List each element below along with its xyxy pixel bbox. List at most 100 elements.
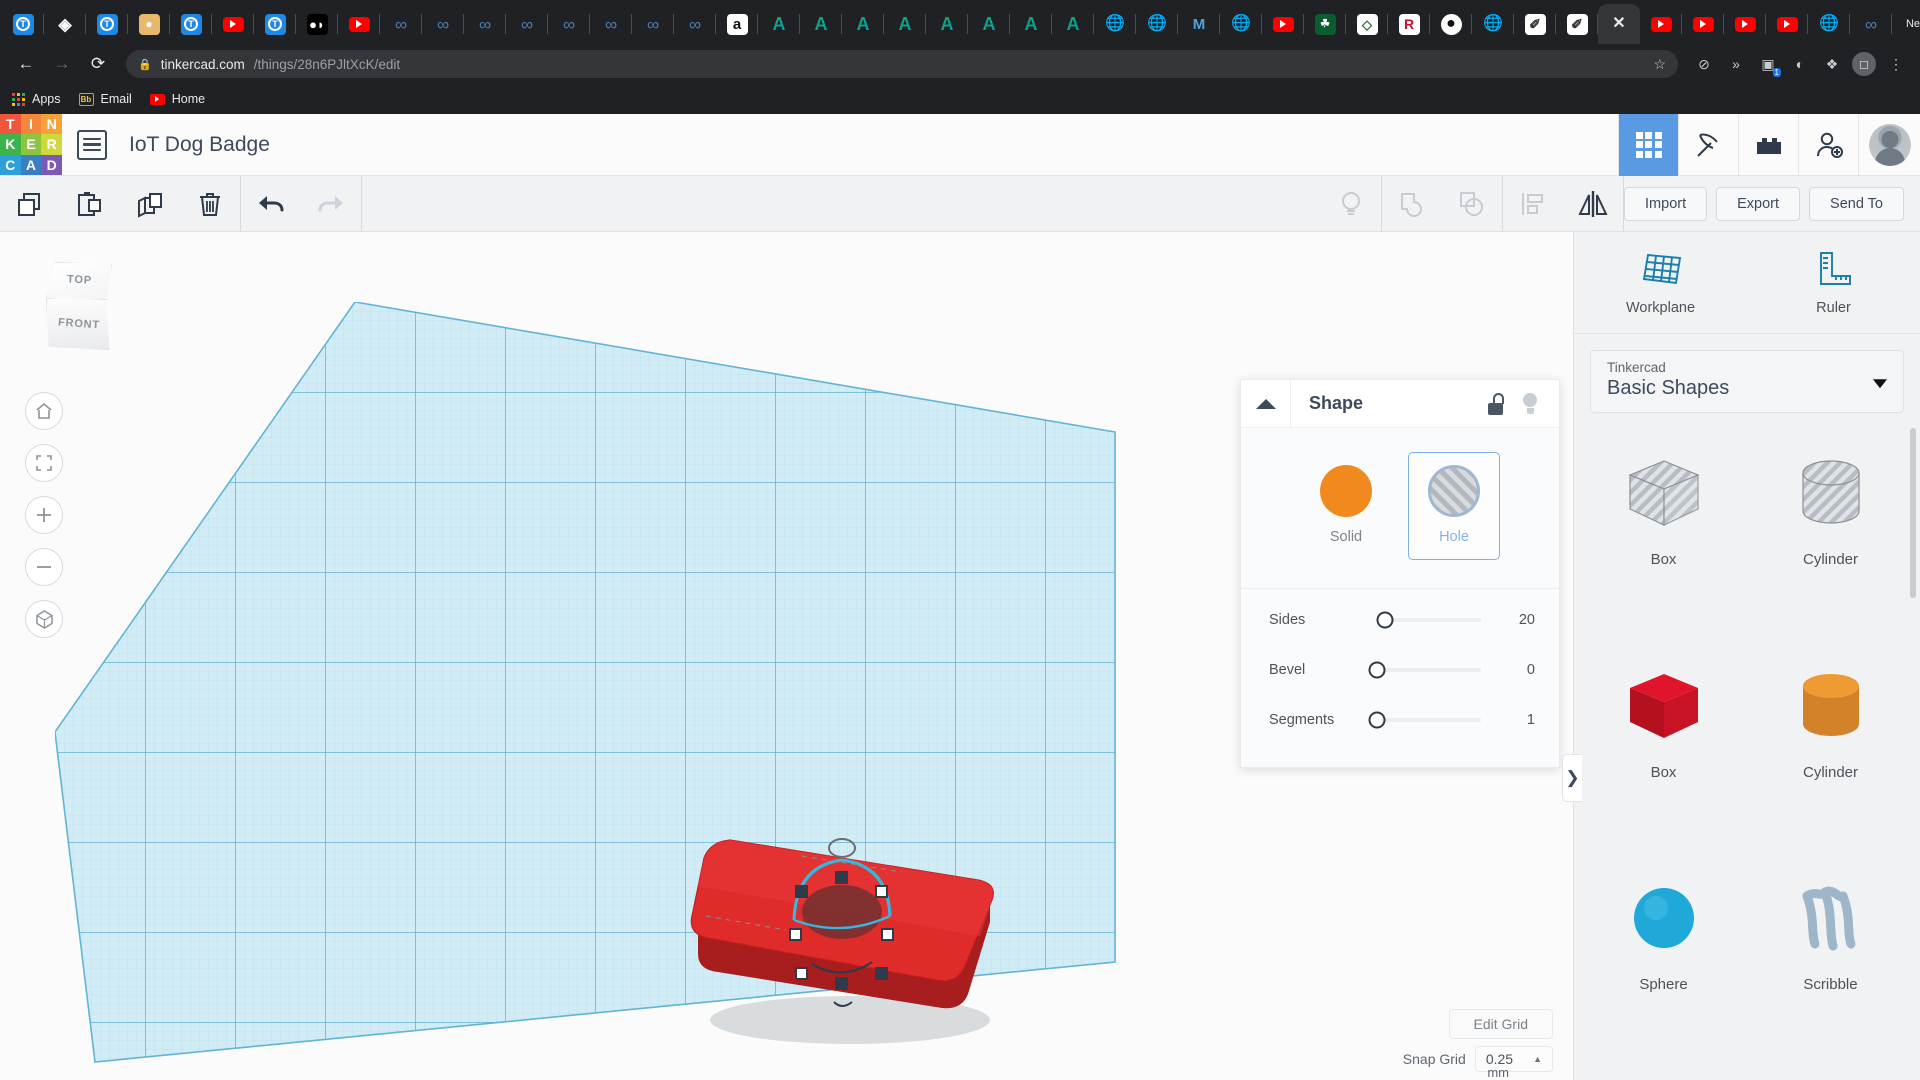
tinkercad-tab-2[interactable]: T xyxy=(86,4,128,44)
bookmark-star-icon[interactable]: ☆ xyxy=(1653,56,1666,73)
globe-tab-1[interactable]: 🌐 xyxy=(1094,4,1136,44)
lock-icon[interactable] xyxy=(1487,393,1505,415)
globe-tab-4[interactable]: 🌐 xyxy=(1472,4,1514,44)
tinkercad-tab-3[interactable]: T xyxy=(170,4,212,44)
infinity-tab-1[interactable]: ∞ xyxy=(380,4,422,44)
shape-sphere[interactable]: Sphere xyxy=(1580,857,1747,1012)
autodesk-tab-4[interactable]: A xyxy=(842,4,884,44)
sidebar-scrollbar[interactable] xyxy=(1910,428,1916,598)
infinity-tab-2[interactable]: ∞ xyxy=(422,4,464,44)
blocks-icon[interactable] xyxy=(1738,114,1798,176)
scribble-tab-2[interactable]: ✐ xyxy=(1556,4,1598,44)
export-button[interactable]: Export xyxy=(1716,187,1800,221)
forward-button[interactable]: → xyxy=(46,48,78,80)
lightbulb-icon[interactable] xyxy=(1321,176,1381,231)
blocked-icon[interactable]: ⊘ xyxy=(1690,50,1718,78)
autodesk-tab-3[interactable]: A xyxy=(800,4,842,44)
undo-arrow-icon[interactable] xyxy=(241,176,301,231)
youtube-tab-5[interactable] xyxy=(1682,4,1724,44)
ortho-perspective-button[interactable] xyxy=(25,600,63,638)
zoom-out-button[interactable] xyxy=(25,548,63,586)
collapse-sidebar-handle[interactable]: ❯ xyxy=(1562,754,1582,802)
infinity-tab-9[interactable]: ∞ xyxy=(1850,4,1892,44)
solid-option[interactable]: Solid xyxy=(1300,452,1392,560)
downloads-icon[interactable]: » xyxy=(1722,50,1750,78)
copy-button[interactable] xyxy=(0,176,60,231)
project-list-icon[interactable] xyxy=(77,130,107,160)
tinkercad-logo[interactable]: TINKERCAD xyxy=(0,114,62,176)
avatar[interactable] xyxy=(1858,114,1920,176)
bookmark-home[interactable]: Home xyxy=(150,92,205,106)
rutgers-tab[interactable]: R xyxy=(1388,4,1430,44)
home-view-button[interactable] xyxy=(25,392,63,430)
pickaxe-icon[interactable] xyxy=(1678,114,1738,176)
photo-tab[interactable]: ● xyxy=(128,4,170,44)
infinity-tab-5[interactable]: ∞ xyxy=(548,4,590,44)
university-tab[interactable]: ☘ xyxy=(1304,4,1346,44)
puzzle-icon[interactable]: ❖ xyxy=(1818,50,1846,78)
hole-option[interactable]: Hole xyxy=(1408,452,1500,560)
scribble-tab-1[interactable]: ✐ xyxy=(1514,4,1556,44)
paste-button[interactable] xyxy=(60,176,120,231)
microsoft-tab[interactable]: M xyxy=(1178,4,1220,44)
active-tab[interactable]: ✕ xyxy=(1598,4,1640,44)
shape-library-dropdown[interactable]: Tinkercad Basic Shapes xyxy=(1590,350,1904,413)
lightbulb-icon[interactable] xyxy=(1521,393,1539,415)
infinity-tab-4[interactable]: ∞ xyxy=(506,4,548,44)
slider-bevel-track[interactable] xyxy=(1377,668,1481,672)
infinity-tab-7[interactable]: ∞ xyxy=(632,4,674,44)
autodesk-tab-8[interactable]: A xyxy=(1010,4,1052,44)
ruler-tool[interactable]: Ruler xyxy=(1747,232,1920,333)
group-shapes-icon[interactable] xyxy=(1382,176,1442,231)
zoom-in-button[interactable] xyxy=(25,496,63,534)
youtube-tab-2[interactable] xyxy=(338,4,380,44)
autodesk-tab-7[interactable]: A xyxy=(968,4,1010,44)
workplane-tool[interactable]: Workplane xyxy=(1574,232,1747,333)
grid-view-icon[interactable] xyxy=(1618,114,1678,176)
autodesk-tab[interactable]: ◈ xyxy=(44,4,86,44)
fit-view-button[interactable] xyxy=(25,444,63,482)
duplicate-button[interactable] xyxy=(120,176,180,231)
mirror-icon[interactable] xyxy=(1563,176,1623,231)
tinkercad-tab-4[interactable]: T xyxy=(254,4,296,44)
page-title[interactable]: IoT Dog Badge xyxy=(129,133,270,157)
browser-menu-icon[interactable]: ⋮ xyxy=(1882,50,1910,78)
diamond-tab[interactable]: ◇ xyxy=(1346,4,1388,44)
import-button[interactable]: Import xyxy=(1624,187,1707,221)
globe-tab-3[interactable]: 🌐 xyxy=(1220,4,1262,44)
paint-icon[interactable]: ◐ xyxy=(1786,50,1814,78)
youtube-tab-7[interactable] xyxy=(1766,4,1808,44)
infinity-tab-3[interactable]: ∞ xyxy=(464,4,506,44)
redo-arrow-icon[interactable] xyxy=(301,176,361,231)
profile-avatar-icon[interactable]: ◻ xyxy=(1850,50,1878,78)
infinity-tab-8[interactable]: ∞ xyxy=(674,4,716,44)
autodesk-tab-9[interactable]: A xyxy=(1052,4,1094,44)
view-cube-top-face[interactable]: TOP xyxy=(46,262,112,300)
globe-tab-5[interactable]: 🌐 xyxy=(1808,4,1850,44)
ungroup-shapes-icon[interactable] xyxy=(1442,176,1502,231)
globe-tab-2[interactable]: 🌐 xyxy=(1136,4,1178,44)
shape-cylinder-hole[interactable]: Cylinder xyxy=(1747,432,1914,587)
view-cube-front-face[interactable]: FRONT xyxy=(46,298,112,350)
align-icon[interactable] xyxy=(1503,176,1563,231)
bookmark-email[interactable]: Bb Email xyxy=(79,92,132,106)
github-tab[interactable]: ● xyxy=(1430,4,1472,44)
shape-box-hole[interactable]: Box xyxy=(1580,432,1747,587)
youtube-tab-6[interactable] xyxy=(1724,4,1766,44)
iot-dog-badge-model[interactable] xyxy=(690,812,1010,1042)
view-cube[interactable]: TOP FRONT xyxy=(38,262,128,357)
youtube-tab-4[interactable] xyxy=(1640,4,1682,44)
tinkercad-tab[interactable]: T xyxy=(2,4,44,44)
shape-cylinder-solid[interactable]: Cylinder xyxy=(1747,645,1914,800)
invite-user-icon[interactable] xyxy=(1798,114,1858,176)
edit-grid-button[interactable]: Edit Grid xyxy=(1449,1009,1553,1039)
trash-icon[interactable] xyxy=(180,176,240,231)
partial-tab[interactable]: Ne xyxy=(1892,4,1920,44)
address-bar[interactable]: 🔒 tinkercad.com/things/28n6PJltXcK/edit … xyxy=(126,50,1678,78)
shape-box-solid[interactable]: Box xyxy=(1580,645,1747,800)
collapse-panel-caret[interactable] xyxy=(1241,380,1291,428)
autodesk-tab-5[interactable]: A xyxy=(884,4,926,44)
bookmark-apps[interactable]: Apps xyxy=(12,92,61,106)
autodesk-tab-2[interactable]: A xyxy=(758,4,800,44)
send-to-button[interactable]: Send To xyxy=(1809,187,1904,221)
